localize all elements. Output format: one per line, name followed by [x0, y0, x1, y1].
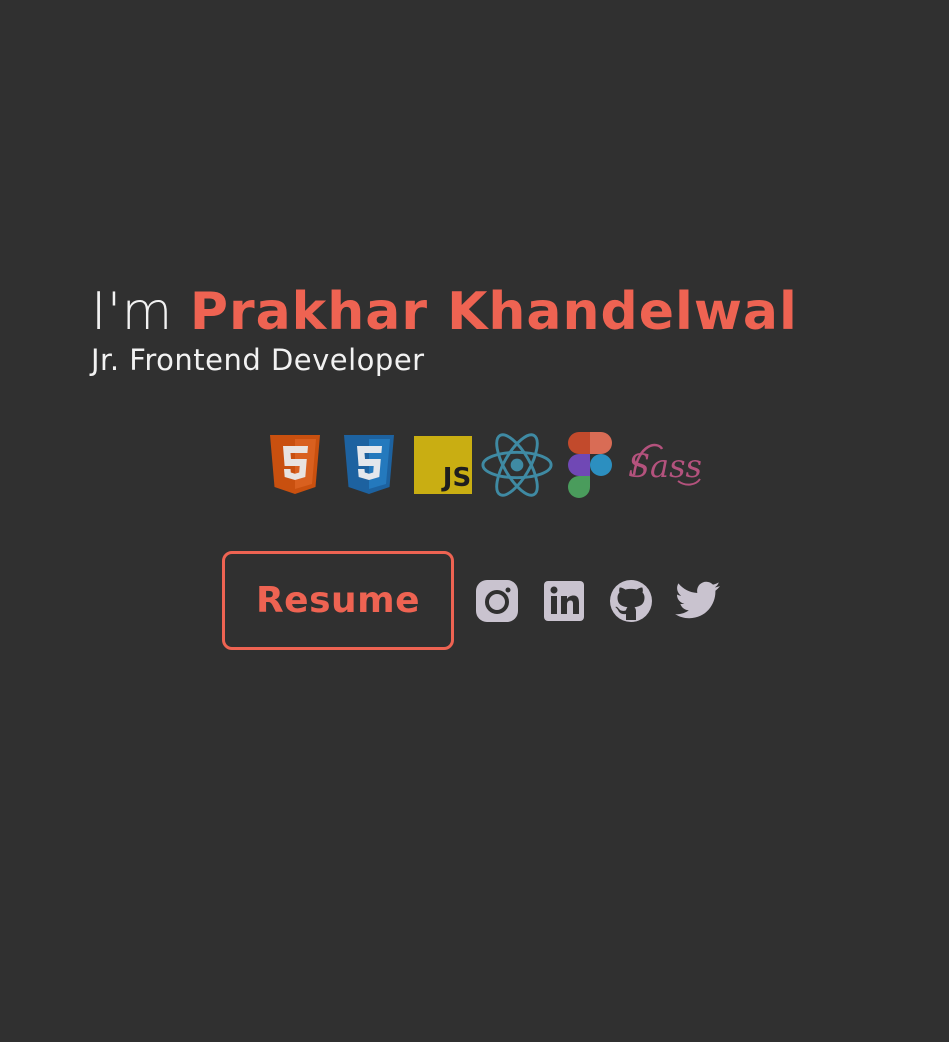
greeting-text: I'm	[91, 282, 173, 342]
tech-stack-row: JS Sass	[258, 430, 702, 500]
hero-section: I'm Prakhar Khandelwal Jr. Frontend Deve…	[91, 283, 891, 377]
actions-row: Resume	[222, 551, 742, 650]
svg-text:JS: JS	[441, 463, 471, 493]
twitter-icon[interactable]	[675, 578, 721, 624]
github-icon[interactable]	[608, 578, 654, 624]
instagram-icon[interactable]	[474, 578, 520, 624]
html5-icon	[258, 430, 332, 500]
javascript-icon: JS	[406, 430, 480, 500]
figma-icon	[554, 430, 628, 500]
css3-icon	[332, 430, 406, 500]
name-text: Prakhar Khandelwal	[189, 282, 798, 342]
sass-icon: Sass	[628, 430, 702, 500]
role-subtitle: Jr. Frontend Developer	[91, 343, 425, 377]
headline: I'm Prakhar Khandelwal	[91, 283, 891, 341]
svg-text:Sass: Sass	[628, 447, 702, 485]
social-links	[474, 578, 742, 624]
react-icon	[480, 430, 554, 500]
linkedin-icon[interactable]	[541, 578, 587, 624]
resume-button[interactable]: Resume	[222, 551, 454, 650]
